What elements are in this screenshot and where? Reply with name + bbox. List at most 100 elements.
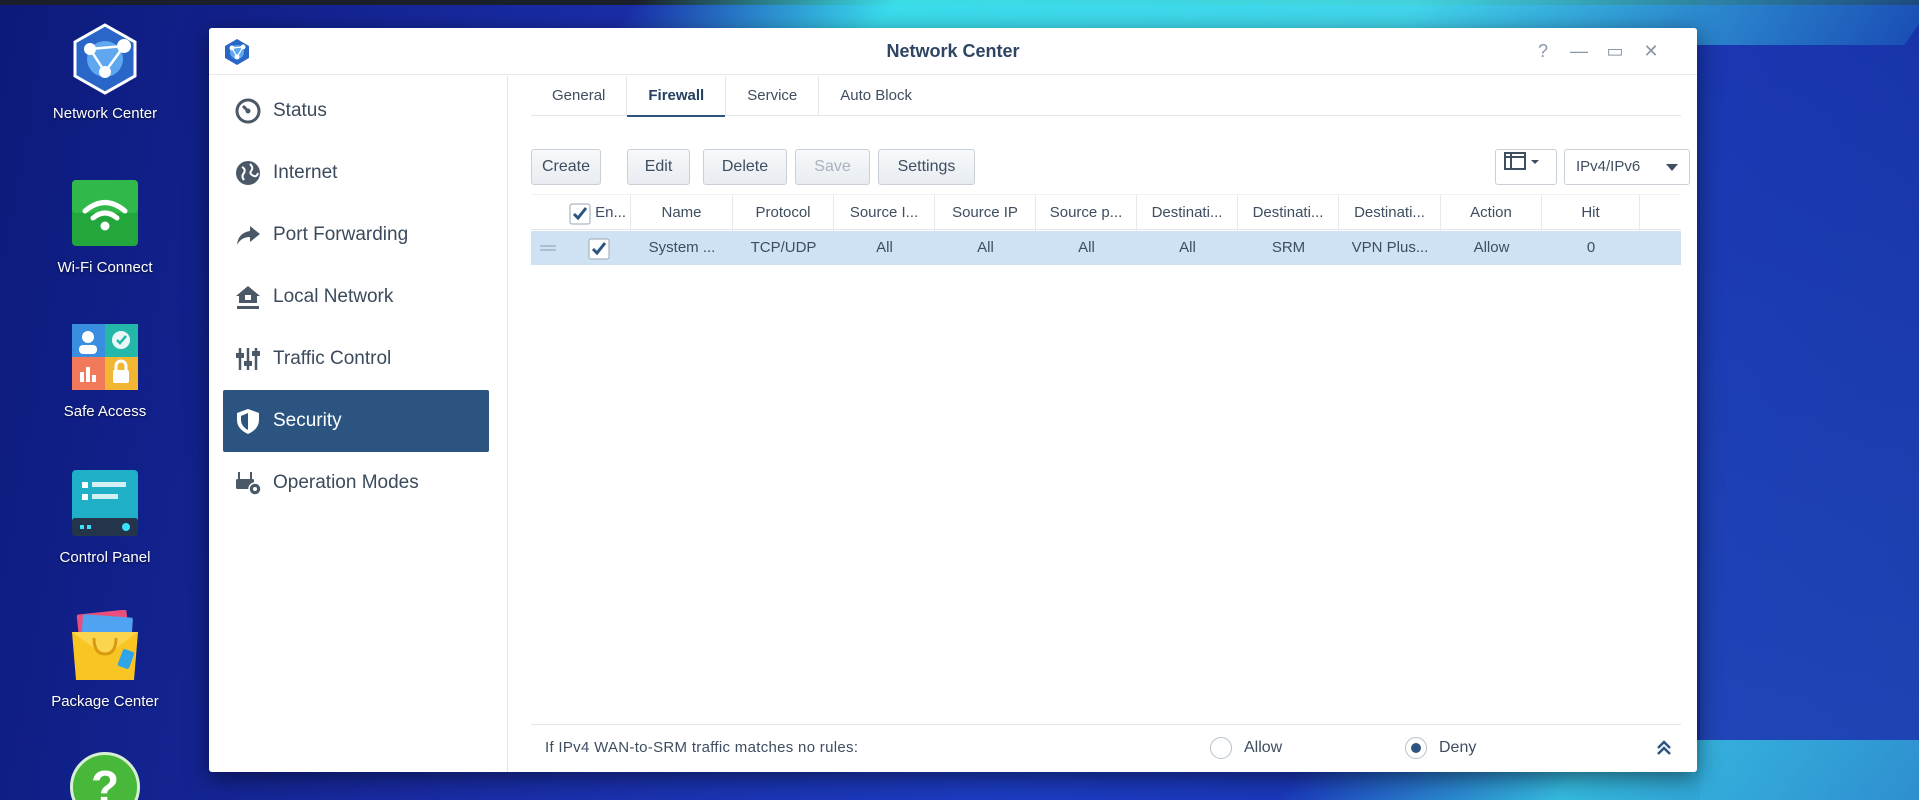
default-policy-text: If IPv4 WAN-to-SRM traffic matches no ru… bbox=[545, 739, 859, 756]
globe-icon bbox=[233, 158, 263, 188]
column-header[interactable]: Hit bbox=[1542, 195, 1640, 231]
column-layout-button[interactable] bbox=[1495, 149, 1557, 185]
edit-button[interactable]: Edit bbox=[627, 149, 690, 185]
ip-version-value: IPv4/IPv6 bbox=[1576, 158, 1641, 175]
column-header[interactable]: Destinati... bbox=[1137, 195, 1238, 231]
column-header-enabled[interactable]: En... bbox=[565, 195, 631, 231]
table-cell: All bbox=[977, 239, 994, 256]
columns-icon bbox=[1504, 150, 1544, 184]
sidebar-item-label: Operation Modes bbox=[273, 472, 419, 493]
table-cell: System ... bbox=[648, 239, 716, 256]
maximize-icon: ▭ bbox=[1606, 41, 1624, 61]
sliders-icon bbox=[233, 344, 263, 374]
help-button[interactable]: ? bbox=[1530, 38, 1556, 64]
router-gear-icon bbox=[233, 468, 263, 498]
toolbar: Create Edit Delete Save Settings IPv4/IP… bbox=[531, 149, 1690, 185]
help-icon: ? bbox=[1537, 41, 1548, 61]
table-header: En... Name Protocol Source I... Source I… bbox=[531, 194, 1681, 231]
main-content: General Firewall Service Auto Block Crea… bbox=[509, 75, 1697, 772]
sidebar-item-label: Traffic Control bbox=[273, 348, 392, 369]
sidebar-item-label: Local Network bbox=[273, 286, 394, 307]
package-center-icon bbox=[68, 609, 142, 684]
desktop-icon-label: Safe Access bbox=[63, 403, 147, 420]
column-header[interactable]: Source IP bbox=[935, 195, 1036, 231]
desktop-icon-label: Wi-Fi Connect bbox=[57, 259, 153, 276]
sidebar: Status Internet Port Forwarding Local Ne… bbox=[209, 76, 508, 772]
column-header[interactable]: Name bbox=[631, 195, 733, 231]
sidebar-item-traffic-control[interactable]: Traffic Control bbox=[223, 328, 489, 390]
collapse-button[interactable] bbox=[1653, 737, 1675, 759]
maximize-button[interactable]: ▭ bbox=[1602, 38, 1628, 64]
firewall-rules-table: En... Name Protocol Source I... Source I… bbox=[531, 194, 1681, 265]
tab-bar: General Firewall Service Auto Block bbox=[531, 75, 1681, 117]
sidebar-item-port-forwarding[interactable]: Port Forwarding bbox=[223, 204, 489, 266]
desktop-icon-label: Package Center bbox=[51, 693, 159, 710]
table-cell: All bbox=[1179, 239, 1196, 256]
desktop-icon-control-panel[interactable]: Control Panel bbox=[38, 466, 172, 567]
control-panel-icon bbox=[68, 466, 142, 540]
tab-firewall[interactable]: Firewall bbox=[627, 75, 727, 117]
table-cell: SRM bbox=[1271, 239, 1306, 256]
window-title: Network Center bbox=[886, 41, 1020, 61]
desktop-icon-label: Network Center bbox=[52, 105, 158, 122]
table-cell: 0 bbox=[1586, 239, 1596, 256]
column-header[interactable]: Source p... bbox=[1036, 195, 1137, 231]
wifi-icon bbox=[68, 176, 142, 250]
sidebar-item-label: Port Forwarding bbox=[273, 224, 409, 245]
radio-allow-indicator bbox=[1210, 737, 1232, 759]
radio-label: Deny bbox=[1439, 739, 1477, 756]
minimize-button[interactable]: — bbox=[1566, 38, 1592, 64]
help-desktop-icon[interactable]: ? bbox=[70, 752, 140, 800]
sidebar-item-label: Security bbox=[273, 410, 342, 431]
network-center-icon bbox=[68, 22, 142, 96]
gauge-icon bbox=[233, 96, 263, 126]
home-network-icon bbox=[233, 282, 263, 312]
sidebar-item-label: Internet bbox=[273, 162, 338, 183]
delete-button[interactable]: Delete bbox=[703, 149, 787, 185]
select-all-checkbox[interactable] bbox=[569, 203, 591, 225]
column-header[interactable]: Action bbox=[1441, 195, 1542, 231]
chevron-down-icon bbox=[1665, 150, 1679, 197]
desktop-icon-wifi-connect[interactable]: Wi-Fi Connect bbox=[38, 176, 172, 277]
desktop-icon-safe-access[interactable]: Safe Access bbox=[38, 320, 172, 421]
column-header[interactable]: Source I... bbox=[834, 195, 935, 231]
column-header[interactable]: Protocol bbox=[733, 195, 834, 231]
settings-button[interactable]: Settings bbox=[878, 149, 975, 185]
table-cell: Allow bbox=[1473, 239, 1510, 256]
sidebar-item-local-network[interactable]: Local Network bbox=[223, 266, 489, 328]
close-icon: ✕ bbox=[1643, 41, 1659, 61]
drag-handle[interactable] bbox=[531, 231, 565, 265]
column-header[interactable]: Destinati... bbox=[1238, 195, 1339, 231]
radio-deny-indicator bbox=[1405, 737, 1427, 759]
column-header[interactable]: Destinati... bbox=[1339, 195, 1441, 231]
save-button[interactable]: Save bbox=[795, 149, 870, 185]
sidebar-item-security[interactable]: Security bbox=[223, 390, 489, 452]
ip-version-select[interactable]: IPv4/IPv6 bbox=[1564, 149, 1690, 185]
table-row[interactable]: System ... TCP/UDP All All All All SRM V… bbox=[531, 231, 1681, 265]
desktop-icon-package-center[interactable]: Package Center bbox=[38, 609, 172, 711]
close-button[interactable]: ✕ bbox=[1638, 38, 1664, 64]
tab-general[interactable]: General bbox=[531, 75, 628, 116]
default-policy-footer: If IPv4 WAN-to-SRM traffic matches no ru… bbox=[531, 724, 1681, 772]
sidebar-item-internet[interactable]: Internet bbox=[223, 142, 489, 204]
tab-service[interactable]: Service bbox=[726, 75, 820, 116]
desktop-icon-network-center[interactable]: Network Center bbox=[38, 22, 172, 123]
wallpaper-glow bbox=[1700, 0, 1919, 800]
sidebar-item-status[interactable]: Status bbox=[223, 80, 489, 142]
double-chevron-up-icon bbox=[1653, 740, 1675, 763]
sidebar-item-operation-modes[interactable]: Operation Modes bbox=[223, 452, 489, 514]
create-button[interactable]: Create bbox=[531, 149, 601, 185]
tab-auto-block[interactable]: Auto Block bbox=[819, 76, 933, 116]
network-center-window: Network Center ? — ▭ ✕ Status Internet P… bbox=[209, 28, 1697, 772]
table-cell: All bbox=[1078, 239, 1095, 256]
table-cell: All bbox=[876, 239, 893, 256]
sidebar-item-label: Status bbox=[273, 100, 327, 121]
shield-icon bbox=[233, 406, 263, 436]
deny-radio[interactable]: Deny bbox=[1405, 737, 1476, 759]
allow-radio[interactable]: Allow bbox=[1210, 737, 1282, 759]
window-titlebar[interactable]: Network Center ? — ▭ ✕ bbox=[209, 28, 1697, 75]
minimize-icon: — bbox=[1570, 41, 1588, 61]
row-enabled-checkbox[interactable] bbox=[565, 231, 631, 265]
forward-arrow-icon bbox=[233, 220, 263, 250]
safe-access-icon bbox=[68, 320, 142, 394]
